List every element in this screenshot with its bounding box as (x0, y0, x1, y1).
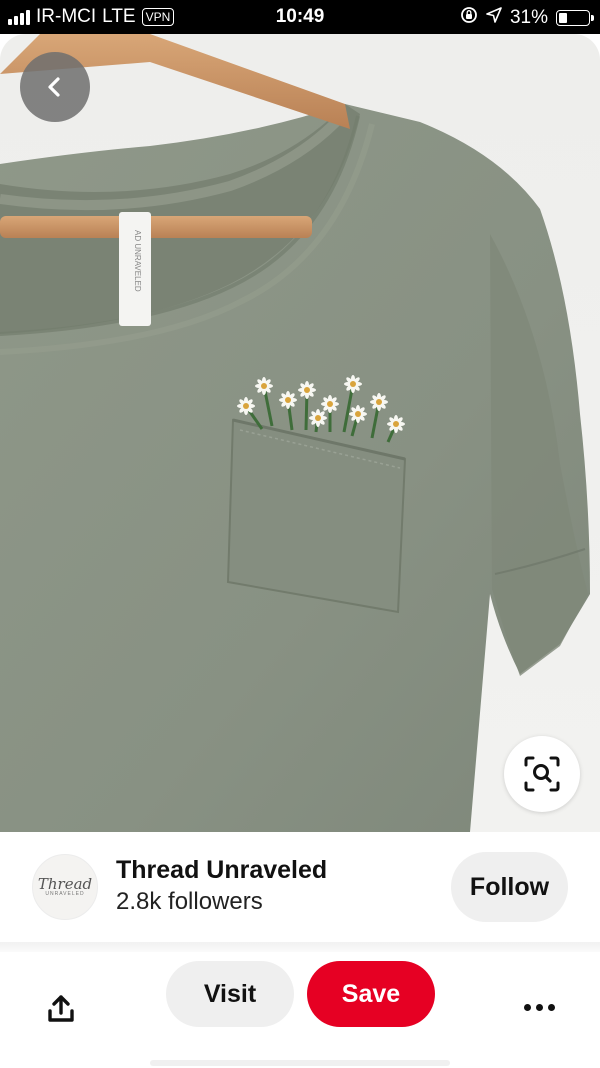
creator-avatar[interactable]: Thread UNRAVELED (32, 854, 98, 920)
avatar-script-text: Thread (37, 875, 93, 893)
shirt-photo: AD UNRAVELED (0, 34, 590, 832)
more-icon[interactable] (516, 992, 562, 1022)
avatar-sub-text: UNRAVELED (45, 891, 85, 897)
rotation-lock-icon (460, 6, 478, 30)
location-icon (486, 7, 502, 29)
chevron-left-icon (48, 77, 60, 97)
battery-icon (556, 10, 594, 26)
back-button[interactable] (20, 52, 90, 122)
visual-search-button[interactable] (504, 736, 580, 812)
battery-percent: 31% (509, 7, 548, 28)
share-icon (48, 995, 74, 1022)
follower-count: 2.8k followers (116, 888, 263, 915)
visual-search-icon (524, 756, 560, 792)
share-button[interactable] (40, 988, 82, 1030)
save-button[interactable]: Save (307, 961, 435, 1027)
creator-name[interactable]: Thread Unraveled (116, 856, 327, 885)
creator-row: Thread UNRAVELED Thread Unraveled 2.8k f… (0, 832, 600, 942)
status-right: 31% (460, 6, 594, 30)
section-divider (0, 942, 600, 952)
visit-button[interactable]: Visit (166, 961, 294, 1027)
bottom-fade (150, 1060, 450, 1066)
follow-button[interactable]: Follow (451, 852, 568, 922)
action-bar: Visit Save (0, 952, 600, 1068)
shirt-label-text: AD UNRAVELED (133, 230, 142, 292)
pin-image[interactable]: AD UNRAVELED (0, 34, 600, 832)
battery-level (559, 13, 567, 23)
status-bar: IR-MCI LTE VPN 10:49 31% (0, 0, 600, 34)
